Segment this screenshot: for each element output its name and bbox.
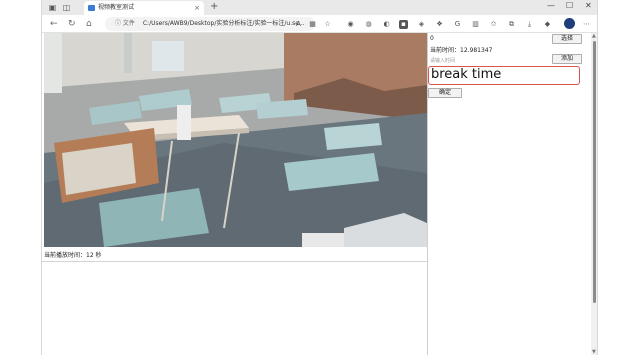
favorite-star-icon[interactable]: ☆ <box>323 20 332 29</box>
extension-5-icon[interactable]: ◈ <box>417 20 426 29</box>
maximize-icon[interactable]: ☐ <box>566 1 573 10</box>
copilot-icon[interactable]: ◆ <box>543 20 552 29</box>
apps-icon[interactable]: ▦ <box>308 20 317 29</box>
scroll-down-icon[interactable]: ▼ <box>592 349 596 355</box>
tab-bar: ▣ ◫ 视频教室测试 × + — ☐ ✕ <box>42 0 597 15</box>
address-toolbar: ← ↻ ⌂ ⓘ 文件 C:/Users/AWB9/Desktop/实验分析标注/… <box>42 15 597 33</box>
extension-2-icon[interactable]: ◍ <box>364 20 373 29</box>
split-screen-icon[interactable]: ▥ <box>471 20 480 29</box>
collections-icon[interactable]: ⧉ <box>507 20 516 29</box>
event-label-input[interactable]: break time <box>428 66 580 85</box>
back-icon[interactable]: ← <box>50 19 58 29</box>
extension-6-icon[interactable]: ❖ <box>435 20 444 29</box>
address-bar[interactable]: ⓘ 文件 C:/Users/AWB9/Desktop/实验分析标注/实验一标注/… <box>105 17 315 31</box>
select-button[interactable]: 选择 <box>552 34 582 44</box>
workspaces-icon[interactable]: ◫ <box>62 3 71 12</box>
video-player[interactable] <box>44 33 427 247</box>
page-scrollbar[interactable]: ▲ ▼ <box>591 33 597 355</box>
new-tab-button[interactable]: + <box>210 1 218 13</box>
extension-1-icon[interactable]: ◉ <box>346 20 355 29</box>
tab-active[interactable]: 视频教室测试 × <box>84 1 204 15</box>
tab-title: 视频教室测试 <box>98 4 135 11</box>
minimize-icon[interactable]: — <box>547 1 555 10</box>
window-close-icon[interactable]: ✕ <box>585 1 592 10</box>
browser-window: ▣ ◫ 视频教室测试 × + — ☐ ✕ ← ↻ ⌂ ⓘ 文件 C:/Users… <box>41 0 598 355</box>
refresh-icon[interactable]: ↻ <box>68 19 76 29</box>
read-aloud-icon[interactable]: A <box>294 20 303 29</box>
add-button[interactable]: 添加 <box>552 54 582 64</box>
url-text: C:/Users/AWB9/Desktop/实验分析标注/实验一标注/u.se.… <box>142 20 305 27</box>
page-favicon-icon <box>88 5 95 11</box>
profile-avatar[interactable] <box>564 18 575 29</box>
playback-status-text: 当前播放时间：12 秒 <box>44 252 102 259</box>
scrollbar-thumb[interactable] <box>593 41 596 303</box>
classroom-video-frame <box>44 33 427 247</box>
content-divider <box>42 261 427 262</box>
extension-4-icon[interactable]: ▪ <box>399 20 408 29</box>
scroll-up-icon[interactable]: ▲ <box>592 33 596 39</box>
profile-tabs-icon[interactable]: ▣ <box>48 3 57 12</box>
info-icon: ⓘ <box>115 20 123 27</box>
extension-7-icon[interactable]: G <box>453 20 462 29</box>
downloads-icon[interactable]: ⤓ <box>525 20 534 29</box>
extension-3-icon[interactable]: ◐ <box>382 20 391 29</box>
time-input-hint[interactable]: 请输入时间 <box>430 57 455 64</box>
current-time-text: 当前时间：12.981347 <box>430 47 493 54</box>
menu-more-icon[interactable]: ⋯ <box>582 20 591 29</box>
favorites-icon[interactable]: ✩ <box>489 20 498 29</box>
home-icon[interactable]: ⌂ <box>86 19 92 29</box>
file-scheme-label: 文件 <box>122 20 135 27</box>
page-content: 当前播放时间：12 秒 0 选择 当前时间：12.981347 请输入时间 添加… <box>42 33 591 355</box>
tab-close-icon[interactable]: × <box>194 1 200 15</box>
top-value-text: 0 <box>430 35 434 42</box>
annotation-panel: 0 选择 当前时间：12.981347 请输入时间 添加 break time … <box>427 33 591 355</box>
confirm-button[interactable]: 确定 <box>428 88 462 98</box>
